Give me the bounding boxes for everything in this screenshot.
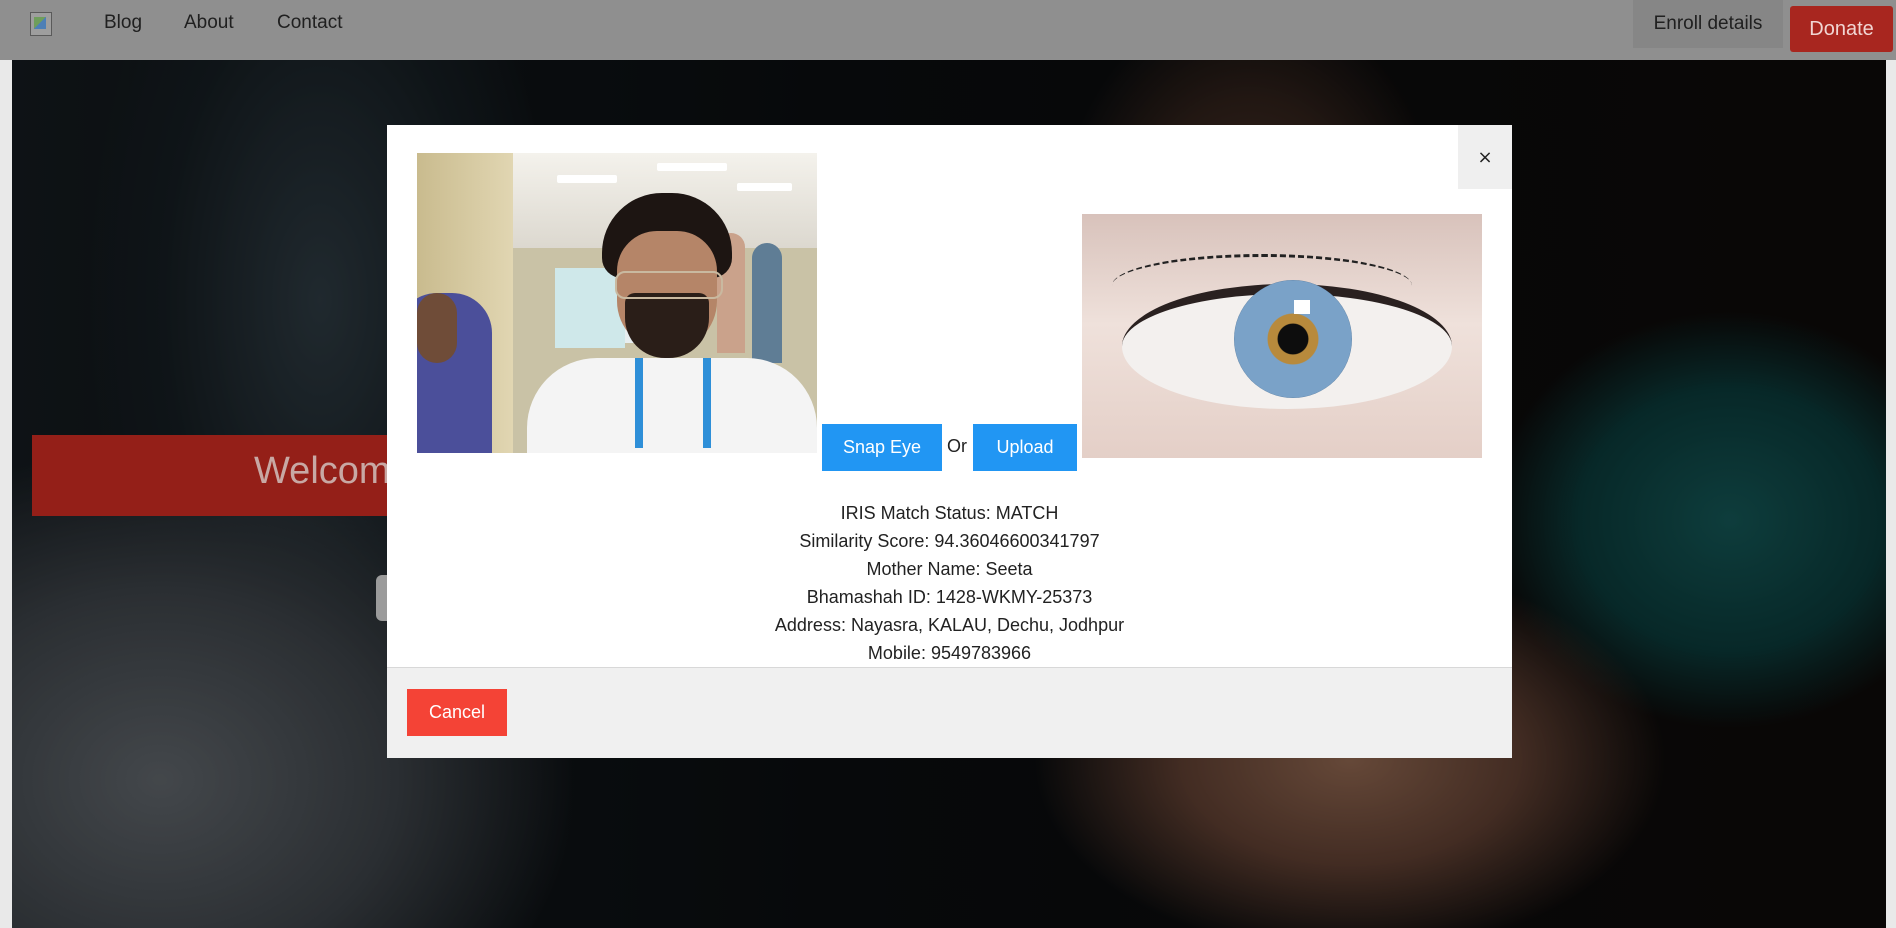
match-results: IRIS Match Status: MATCH Similarity Scor… [387,499,1512,667]
mobile: Mobile: 9549783966 [867,643,1032,663]
cancel-button[interactable]: Cancel [407,689,507,736]
upload-button[interactable]: Upload [973,424,1077,471]
page-gutter-left [0,60,12,928]
modal-footer: Cancel [387,667,1512,758]
match-status: IRIS Match Status: MATCH [840,503,1059,523]
webcam-side-person-head [417,293,457,363]
address: Address: Nayasra, KALAU, Dechu, Jodhpur [774,615,1125,635]
iris-match-modal: × Snap Eye Or Upload IRIS Match Status: … [387,125,1512,758]
webcam-subject-glasses [615,271,723,299]
snap-eye-button[interactable]: Snap Eye [822,424,942,471]
nav-link-about[interactable]: About [184,12,234,34]
nav-link-blog[interactable]: Blog [104,12,142,34]
top-navbar: Blog About Contact Enroll details Donate [0,0,1896,60]
eye-iris [1234,280,1352,398]
iris-image [1082,214,1482,458]
enroll-details-button[interactable]: Enroll details [1633,0,1783,48]
webcam-subject-lanyard [635,358,711,448]
donate-button[interactable]: Donate [1790,6,1893,52]
close-icon[interactable]: × [1458,125,1512,189]
webcam-lamp [557,175,617,183]
similarity-score: Similarity Score: 94.36046600341797 [799,531,1100,551]
mother-name: Mother Name: Seeta [866,559,1033,579]
webcam-lamp [657,163,727,171]
or-separator: Or [947,436,967,456]
eye-glint [1294,300,1310,314]
webcam-lamp [737,183,792,191]
nav-link-contact[interactable]: Contact [277,12,342,34]
page-gutter-right [1886,60,1896,928]
logo-icon[interactable] [30,12,52,36]
welcome-heading: Welcom [254,450,391,492]
bhamashah-id: Bhamashah ID: 1428-WKMY-25373 [806,587,1093,607]
webcam-background-person [752,243,782,363]
webcam-snapshot [417,153,817,453]
